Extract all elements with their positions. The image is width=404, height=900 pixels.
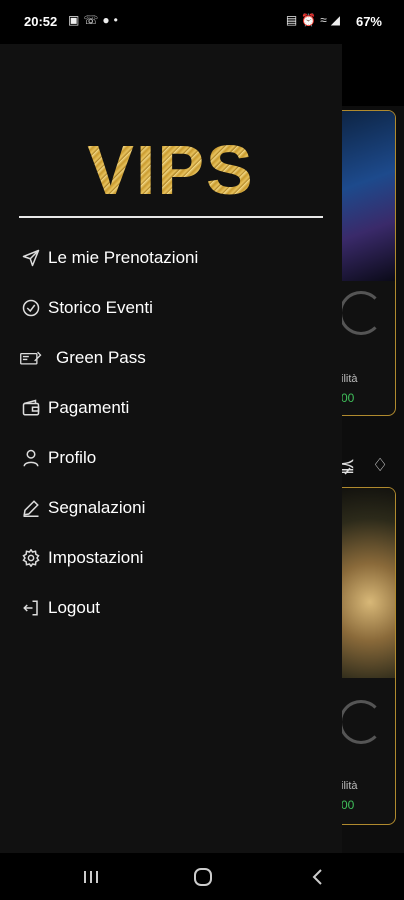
event-card-price: 00 [341,798,355,812]
bell-icon[interactable]: ♢ [372,455,388,476]
menu-item-profilo[interactable]: Profilo [0,436,342,480]
vips-logo: VIPS [70,132,272,208]
gallery-icon: ▣ [68,13,84,27]
battery-level: 67% [355,14,382,29]
menu-item-label: Le mie Prenotazioni [48,248,199,267]
menu-item-label: Impostazioni [48,548,144,567]
check-circle-icon [20,297,42,319]
signal-icon: ◢ [330,13,344,27]
status-time: 20:52 [24,14,58,29]
back-button[interactable] [302,865,332,889]
gear-icon [20,547,42,569]
wallet-icon [20,397,42,419]
alarm-icon: ⏰ [301,13,321,27]
menu-item-storico-eventi[interactable]: Storico Eventi [0,286,342,330]
user-icon [20,447,42,469]
menu-item-label: Pagamenti [48,398,130,417]
menu-item-logout[interactable]: Logout [0,586,342,630]
menu-item-label: Green Pass [56,348,146,367]
status-bar: 20:52 ▣☏●• ▤⏰≈◢ 67% [0,0,404,44]
logout-icon [20,597,42,619]
whatsapp-icon: ☏ [83,13,103,27]
recent-apps-button[interactable] [76,865,106,889]
sim-icon: ▤ [285,13,302,27]
menu-item-green-pass[interactable]: Green Pass [0,336,342,380]
ticket-icon [20,347,42,369]
home-button[interactable] [188,865,218,889]
menu-item-segnalazioni[interactable]: Segnalazioni [0,486,342,530]
system-icons: ▤⏰≈◢ [286,13,344,27]
system-nav-bar [0,853,404,900]
dot-icon: • [113,13,122,27]
send-icon [20,247,42,269]
facebook-icon: ● [102,13,114,27]
menu-item-label: Segnalazioni [48,498,146,517]
event-card-text: ilità [341,780,358,792]
laurel-icon [339,700,383,744]
share-icon[interactable]: ⪵ [340,455,355,476]
divider [19,216,323,218]
logo-text: VIPS [70,132,272,208]
wifi-icon: ≈ [320,13,331,27]
event-card-price: 00 [341,391,355,405]
event-card-text: ilità [341,373,358,385]
menu-item-prenotazioni[interactable]: Le mie Prenotazioni [0,236,342,280]
laurel-icon [339,291,383,335]
menu-item-label: Profilo [48,448,97,467]
menu-item-label: Logout [48,598,100,617]
menu-item-label: Storico Eventi [48,298,153,317]
notification-icons: ▣☏●• [68,13,122,27]
menu-item-impostazioni[interactable]: Impostazioni [0,536,342,580]
event-actions: ⪵ ♢ [340,455,400,479]
pencil-icon [20,497,42,519]
menu-item-pagamenti[interactable]: Pagamenti [0,386,342,430]
navigation-drawer: VIPS Le mie Prenotazioni Storico Eventi … [0,44,342,853]
